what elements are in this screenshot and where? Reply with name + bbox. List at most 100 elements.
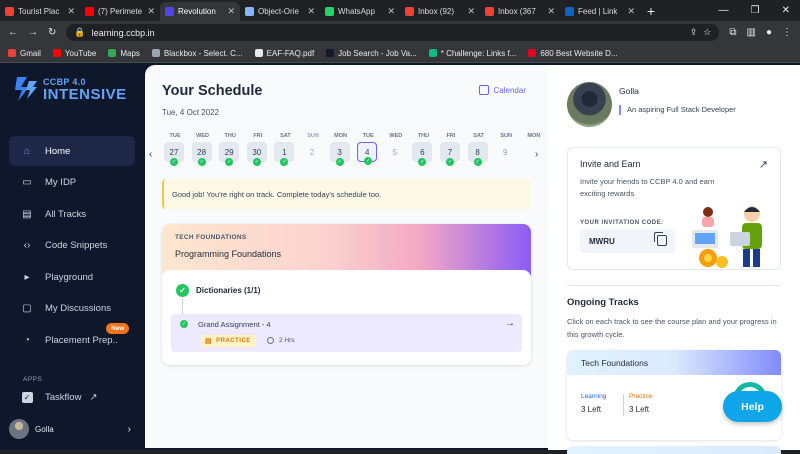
day-cell[interactable]: FRI 30 ✓ [246, 133, 269, 166]
assignment-row[interactable]: ✓ Grand Assignment - 4 ▤ PRACTICE 2 Hrs … [171, 314, 522, 352]
bookmark-label: 680 Best Website D... [540, 48, 618, 58]
day-cell[interactable]: TUE 4 ✓ [357, 133, 379, 165]
bookmark-item[interactable]: YouTube [52, 49, 96, 58]
back-button[interactable]: ← [8, 27, 18, 38]
bookmark-label: * Challenge: Links f... [440, 48, 517, 58]
sidebar-user[interactable]: Golla › [9, 417, 135, 441]
day-cell[interactable]: WED 5 [385, 133, 407, 162]
day-cell[interactable]: THU 29 ✓ [219, 133, 241, 166]
new-tab-button[interactable]: + [640, 3, 662, 19]
profile-avatar[interactable] [567, 82, 612, 127]
duration: 2 Hrs [267, 337, 295, 344]
calendar-link[interactable]: Calendar [478, 85, 526, 95]
chevron-left-icon[interactable]: ‹ [149, 149, 152, 160]
profile-name: Golla [619, 86, 639, 96]
tab-close-icon[interactable]: ✕ [387, 6, 395, 17]
bookmark-label: Maps [120, 48, 140, 58]
day-check-icon: ✓ [197, 158, 206, 166]
sidepanel-icon[interactable]: ▥ [747, 27, 756, 38]
assignment-title: Grand Assignment - 4 [198, 320, 271, 329]
bookmark-favicon-icon [254, 49, 263, 57]
day-cell[interactable]: THU 6 ✓ [412, 133, 434, 166]
new-badge: New [106, 323, 130, 334]
browser-tab[interactable]: WhatsApp ✕ [320, 2, 400, 21]
sidebar-item-my-idp[interactable]: ▭ My IDP [9, 168, 135, 198]
day-cell[interactable]: SAT 8 ✓ [467, 133, 490, 166]
close-window-button[interactable]: ✕ [782, 5, 790, 16]
next-track-card[interactable] [567, 446, 781, 454]
sidebar-item-playground[interactable]: ▸ Playground [9, 262, 135, 292]
sidebar-item-label: Placement Prep.. [45, 334, 118, 346]
day-cell[interactable]: FRI 7 ✓ [440, 133, 462, 166]
bookmark-item[interactable]: Gmail [8, 49, 41, 58]
bookmark-item[interactable]: Blackbox - Select. C... [151, 49, 243, 58]
logo-text-bottom: INTENSIVE [43, 85, 127, 103]
day-cell[interactable]: TUE 27 ✓ [164, 133, 186, 166]
tab-favicon-icon [405, 7, 414, 16]
tab-close-icon[interactable]: ✕ [227, 6, 235, 17]
course-category: TECH FOUNDATIONS [175, 234, 247, 241]
browser-tab[interactable]: (7) Perimete ✕ [80, 2, 160, 21]
day-cell[interactable]: SUN 2 [302, 133, 324, 162]
browser-tab[interactable]: Inbox (92) ✕ [400, 2, 480, 21]
sidebar-item-code-snippets[interactable]: ‹› Code Snippets [9, 231, 135, 261]
tab-close-icon[interactable]: ✕ [467, 6, 475, 17]
day-name: THU [417, 133, 430, 139]
day-number: 1 [282, 147, 287, 157]
browser-tab[interactable]: Feed | Link ✕ [560, 2, 640, 21]
day-cell[interactable]: WED 28 ✓ [191, 133, 214, 166]
day-cell[interactable]: MON [523, 133, 545, 162]
checkbox-icon: ✓ [21, 391, 33, 403]
learning-label: Learning [581, 393, 607, 400]
omnibox[interactable]: 🔒 learning.ccbp.in ⇪ ☆ [66, 24, 720, 41]
tab-favicon-icon [565, 7, 574, 16]
bookmark-item[interactable]: * Challenge: Links f... [428, 48, 517, 58]
profile-icon[interactable]: ● [766, 27, 772, 38]
extensions-icon[interactable]: ⧉ [729, 27, 736, 38]
day-check-icon: ✓ [418, 158, 427, 166]
tab-close-icon[interactable]: ✕ [547, 6, 555, 17]
sidebar-item-home[interactable]: ⌂ Home [9, 136, 135, 166]
arrow-right-icon[interactable]: → [505, 318, 515, 329]
invite-code: MWRU [589, 236, 615, 246]
progress-notice: Good job! You're right on track. Complet… [162, 179, 531, 209]
tab-close-icon[interactable]: ✕ [67, 6, 75, 17]
tab-close-icon[interactable]: ✕ [147, 6, 155, 17]
tab-close-icon[interactable]: ✕ [307, 6, 315, 17]
help-button[interactable]: Help [723, 391, 782, 422]
star-icon[interactable]: ☆ [703, 27, 711, 38]
ongoing-title: Ongoing Tracks [567, 297, 639, 308]
restore-button[interactable]: ❐ [751, 5, 760, 16]
bookmark-item[interactable]: Maps [108, 49, 140, 58]
forward-button[interactable]: → [28, 27, 38, 38]
sidebar-item-all-tracks[interactable]: ▤ All Tracks [9, 199, 135, 229]
course-card[interactable]: TECH FOUNDATIONS Programming Foundations… [162, 224, 531, 365]
tab-favicon-icon [485, 7, 494, 16]
external-link-icon[interactable]: ↗ [759, 158, 768, 171]
browser-tab[interactable]: Inbox (367 ✕ [480, 2, 560, 21]
url-text: learning.ccbp.in [91, 27, 155, 38]
bookmark-item[interactable]: EAF-FAQ.pdf [254, 49, 314, 58]
copy-icon[interactable] [654, 232, 667, 246]
day-cell[interactable]: SUN 9 [495, 133, 517, 162]
topic-title: Dictionaries (1/1) [196, 286, 261, 295]
tab-close-icon[interactable]: ✕ [627, 6, 635, 17]
app-item-taskflow[interactable]: ✓ Taskflow ↗ [9, 384, 135, 410]
menu-icon[interactable]: ⋮ [782, 27, 792, 38]
browser-tab[interactable]: Tourist Plac ✕ [0, 2, 80, 21]
day-cell[interactable]: MON 3 ✓ [329, 133, 352, 166]
ccbp-logo[interactable]: CCBP 4.0 INTENSIVE [13, 75, 127, 103]
reload-button[interactable]: ↻ [48, 27, 56, 38]
bookmark-item[interactable]: 680 Best Website D... [528, 48, 618, 58]
share-icon[interactable]: ⇪ [690, 27, 698, 38]
browser-tab[interactable]: Object-Orie ✕ [240, 2, 320, 21]
tab-favicon-icon [85, 7, 94, 16]
browser-tab[interactable]: Revolution ✕ [160, 2, 240, 21]
sidebar-item-label: All Tracks [45, 208, 87, 220]
minimize-button[interactable]: — [719, 5, 729, 16]
tab-title: Tourist Plac [18, 7, 60, 16]
topic-row[interactable]: ✓ Dictionaries (1/1) [176, 284, 260, 297]
bookmark-item[interactable]: Job Search - Job Va... [326, 49, 417, 58]
sidebar-item-my-discussions[interactable]: ▢ My Discussions [9, 294, 135, 324]
day-cell[interactable]: SAT 1 ✓ [274, 133, 296, 166]
